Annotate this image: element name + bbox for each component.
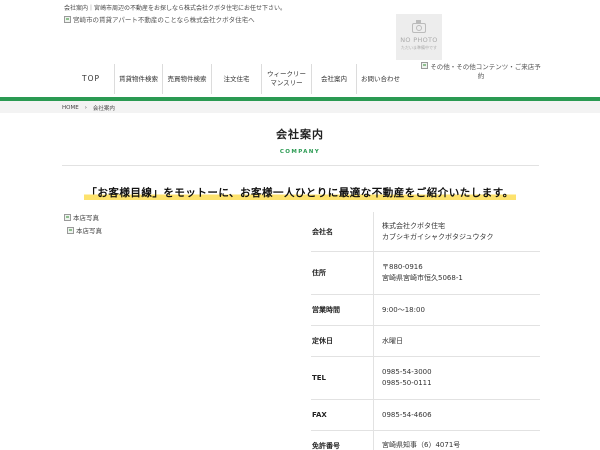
store-photo-2: 本店写真	[67, 225, 102, 235]
nav-sale-search[interactable]: 売買物件検索	[162, 64, 211, 94]
motto-container: 「お客様目線」をモットーに、お客様一人ひとりに最適な不動産をご紹介いたします。	[0, 181, 600, 200]
tel-link[interactable]: 0985-50-0111	[382, 378, 540, 389]
nav-contact[interactable]: お問い合わせ	[356, 64, 404, 94]
info-value-line: 0985-54-4606	[382, 410, 432, 419]
broken-image-icon	[64, 15, 71, 23]
nav-rental-search[interactable]: 賃貸物件検索	[114, 64, 162, 94]
info-value: 0985-54-4606	[373, 400, 540, 430]
camera-icon	[412, 20, 426, 33]
info-label: 免許番号	[312, 441, 340, 450]
broken-image-icon	[64, 213, 71, 221]
nav-weekly-monthly[interactable]: ウィークリー マンスリー	[261, 64, 311, 94]
info-label: 定休日	[312, 337, 333, 345]
breadcrumb-home-link[interactable]: HOME	[62, 105, 79, 111]
info-value: 0985-54-3000 0985-50-0111	[373, 357, 540, 399]
info-value-line: 〒880-0916	[382, 263, 423, 272]
info-value: 9:00〜18:00	[373, 295, 540, 325]
info-value: 株式会社クボタ住宅 カブシキガイシャクボタジュウタク	[373, 212, 540, 251]
breadcrumb: HOME › 会社案内	[62, 104, 115, 112]
no-photo-placeholder: NO PHOTO ただいま準備中です	[396, 14, 442, 60]
broken-image-icon	[67, 226, 74, 234]
info-row-holiday: 定休日 水曜日	[311, 326, 540, 357]
nav-custom-home[interactable]: 注文住宅	[211, 64, 261, 94]
company-info-table: 会社名 株式会社クボタ住宅 カブシキガイシャクボタジュウタク 住所 〒880-0…	[311, 212, 540, 450]
store-photo-alt-2: 本店写真	[76, 227, 102, 235]
tel-link[interactable]: 0985-54-3000	[382, 367, 540, 378]
logo-alt-text: 宮崎市の賃貸アパート不動産のことなら株式会社クボタ住宅へ	[73, 16, 255, 24]
page-subtitle: COMPANY	[279, 149, 321, 155]
info-row-license: 免許番号 宮崎県知事（6）4071号	[311, 431, 540, 450]
info-value: 水曜日	[373, 326, 540, 356]
section-divider	[62, 165, 539, 166]
nav-other-menu[interactable]: その他・その他コンテンツ・ご来店予約	[421, 62, 541, 81]
global-nav: TOP 賃貸物件検索 売買物件検索 注文住宅 ウィークリー マンスリー 会社案内…	[68, 64, 404, 94]
info-value-line: 水曜日	[382, 336, 403, 345]
store-photo-1: 本店写真	[64, 212, 99, 222]
info-label: 住所	[312, 269, 326, 277]
info-row-company-name: 会社名 株式会社クボタ住宅 カブシキガイシャクボタジュウタク	[311, 212, 540, 252]
nav-company[interactable]: 会社案内	[311, 64, 356, 94]
info-row-business-hours: 営業時間 9:00〜18:00	[311, 295, 540, 326]
info-value: 〒880-0916 宮崎県宮崎市恒久5068-1	[373, 252, 540, 294]
info-value-line: 宮崎県知事（6）4071号	[382, 441, 461, 450]
broken-image-icon	[421, 62, 429, 69]
info-value-line: 株式会社クボタ住宅	[382, 221, 445, 230]
no-photo-subtitle: ただいま準備中です	[401, 45, 437, 50]
info-value-line: 宮崎県宮崎市恒久5068-1	[382, 274, 463, 282]
info-value-line: 9:00〜18:00	[382, 305, 425, 314]
page-title: 会社案内	[276, 128, 324, 141]
info-row-fax: FAX 0985-54-4606	[311, 400, 540, 431]
site-logo-link[interactable]: 宮崎市の賃貸アパート不動産のことなら株式会社クボタ住宅へ	[64, 14, 255, 24]
info-row-address: 住所 〒880-0916 宮崎県宮崎市恒久5068-1	[311, 252, 540, 295]
nav-top[interactable]: TOP	[68, 64, 114, 94]
info-row-tel: TEL 0985-54-3000 0985-50-0111	[311, 357, 540, 400]
store-photo-alt-1: 本店写真	[73, 214, 99, 222]
motto-text: 「お客様目線」をモットーに、お客様一人ひとりに最適な不動産をご紹介いたします。	[84, 185, 516, 200]
chevron-right-icon: ›	[84, 105, 87, 111]
info-value: 宮崎県知事（6）4071号	[373, 431, 540, 450]
info-value-line: カブシキガイシャクボタジュウタク	[382, 232, 494, 241]
info-label: 会社名	[312, 227, 333, 236]
info-label: FAX	[312, 411, 327, 419]
nav-other-label: その他・その他コンテンツ・ご来店予約	[430, 63, 541, 80]
site-tagline: 会社案内｜宮崎市周辺の不動産をお探しなら株式会社クボタ住宅にお任せ下さい。	[64, 5, 287, 12]
no-photo-title: NO PHOTO	[400, 36, 438, 44]
info-label: TEL	[312, 374, 327, 382]
info-label: 営業時間	[312, 306, 340, 314]
breadcrumb-current: 会社案内	[92, 106, 115, 112]
